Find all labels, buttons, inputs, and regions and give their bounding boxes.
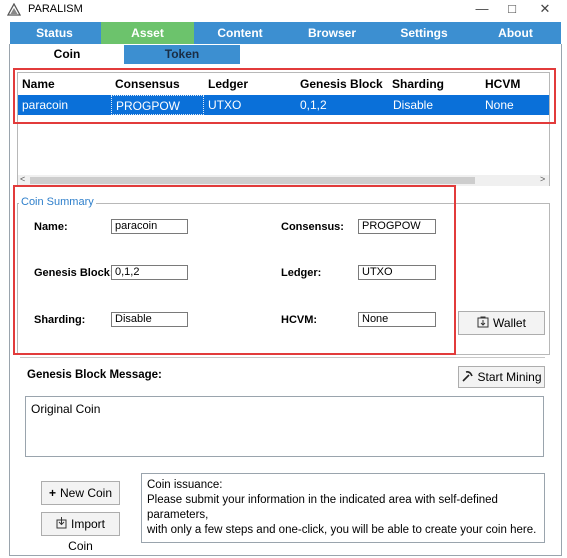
title-bar: PARALISM — □ ✕ [0,0,567,20]
new-coin-button[interactable]: + New Coin [41,481,120,505]
tab-status[interactable]: Status [10,22,99,44]
import-coin-button[interactable]: Import Coin [41,512,120,553]
main-tab-bar: Status Asset Content Browser Settings Ab… [10,22,561,44]
highlight-coin-summary [13,185,456,355]
genesis-message-field[interactable]: Original Coin [25,396,544,457]
pickaxe-icon [461,367,474,387]
wallet-button-label: Wallet [493,316,526,330]
subtab-token[interactable]: Token [124,45,240,64]
info-line-2: with only a few steps and one-click, you… [147,524,537,536]
scroll-left-icon[interactable]: < [20,174,25,184]
divider [20,357,545,358]
plus-icon: + [48,486,56,500]
tab-settings[interactable]: Settings [378,22,470,44]
minimize-button[interactable]: — [465,0,499,20]
import-icon [56,513,67,535]
wallet-button[interactable]: Wallet [458,311,545,335]
start-mining-button[interactable]: Start Mining [458,366,545,388]
coin-issuance-info: Coin issuance: Please submit your inform… [141,473,545,543]
app-logo-icon [7,3,21,16]
new-coin-button-label: New Coin [59,486,113,500]
genesis-message-label: Genesis Block Message: [27,369,162,381]
scroll-right-icon[interactable]: > [540,174,545,184]
window-title: PARALISM [28,3,83,15]
scrollbar-thumb[interactable] [30,177,475,184]
start-mining-button-label: Start Mining [477,370,542,384]
tab-browser[interactable]: Browser [286,22,378,44]
tab-content[interactable]: Content [194,22,286,44]
subtab-coin[interactable]: Coin [24,45,110,64]
info-title: Coin issuance: [147,479,223,491]
tab-asset[interactable]: Asset [101,22,194,44]
tab-about[interactable]: About [470,22,561,44]
highlight-grid-row [13,68,556,124]
info-line-1: Please submit your information in the in… [147,494,498,521]
close-button[interactable]: ✕ [528,0,562,20]
wallet-icon [477,312,489,334]
maximize-button[interactable]: □ [495,0,529,20]
